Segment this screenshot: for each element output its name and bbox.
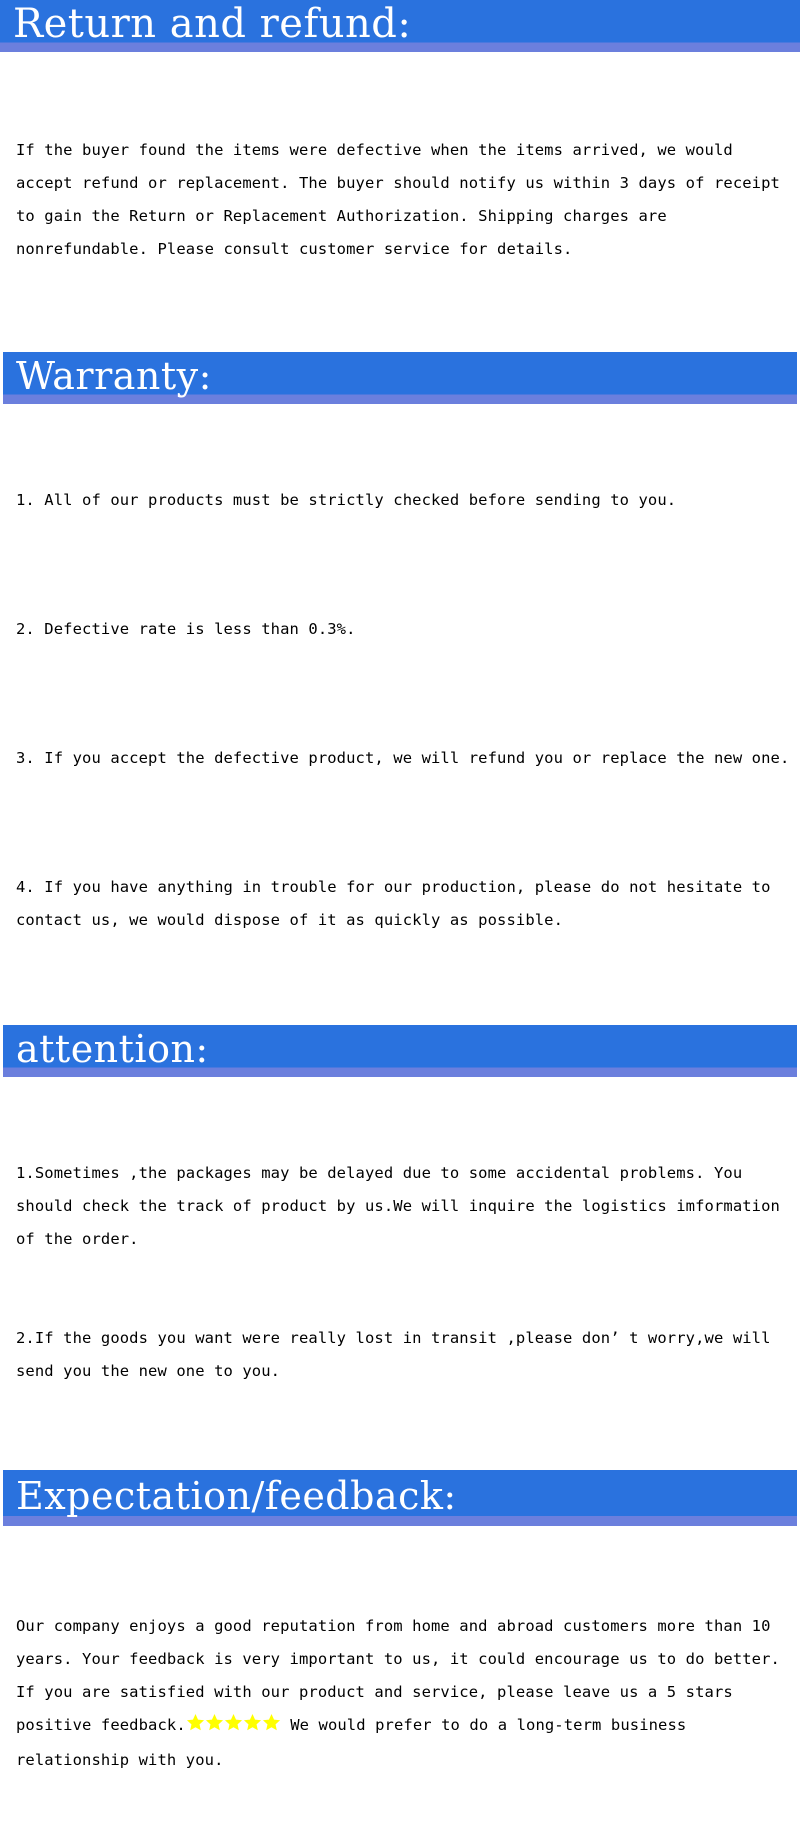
- section-header-expectation-feedback: Expectation/feedback:: [3, 1470, 797, 1526]
- star-rating: [186, 1711, 281, 1744]
- section-body-warranty: 1. All of our products must be strictly …: [0, 418, 800, 1003]
- paragraph: If the buyer found the items were defect…: [16, 141, 790, 258]
- section-body-attention: 1.Sometimes ,the packages may be delayed…: [0, 1091, 800, 1454]
- section-body-expectation-feedback: Our company enjoys a good reputation fro…: [0, 1544, 800, 1843]
- return-policy-page: Return and refund: If the buyer found th…: [0, 0, 800, 1769]
- star-icon: [205, 1713, 224, 1732]
- warranty-item: 3. If you accept the defective product, …: [16, 749, 790, 767]
- section-body-return-and-refund: If the buyer found the items were defect…: [0, 68, 800, 332]
- star-icon: [224, 1713, 243, 1732]
- star-icon: [243, 1713, 262, 1732]
- section-header-return-and-refund: Return and refund:: [0, 0, 800, 52]
- star-icon: [186, 1713, 205, 1732]
- warranty-item: 1. All of our products must be strictly …: [16, 491, 677, 509]
- section-heading-text: Warranty:: [16, 354, 212, 398]
- section-header-attention: attention:: [3, 1025, 797, 1077]
- feedback-paragraph: Our company enjoys a good reputation fro…: [16, 1610, 794, 1777]
- attention-item: 2.If the goods you want were really lost…: [16, 1329, 780, 1380]
- star-icon: [262, 1713, 281, 1732]
- warranty-item: 4. If you have anything in trouble for o…: [16, 878, 780, 929]
- warranty-item: 2. Defective rate is less than 0.3%.: [16, 620, 356, 638]
- section-header-warranty: Warranty:: [3, 352, 797, 404]
- section-heading-text: Return and refund:: [13, 1, 412, 47]
- section-heading-text: Expectation/feedback:: [16, 1474, 457, 1518]
- section-heading-text: attention:: [16, 1027, 209, 1071]
- attention-item: 1.Sometimes ,the packages may be delayed…: [16, 1164, 790, 1248]
